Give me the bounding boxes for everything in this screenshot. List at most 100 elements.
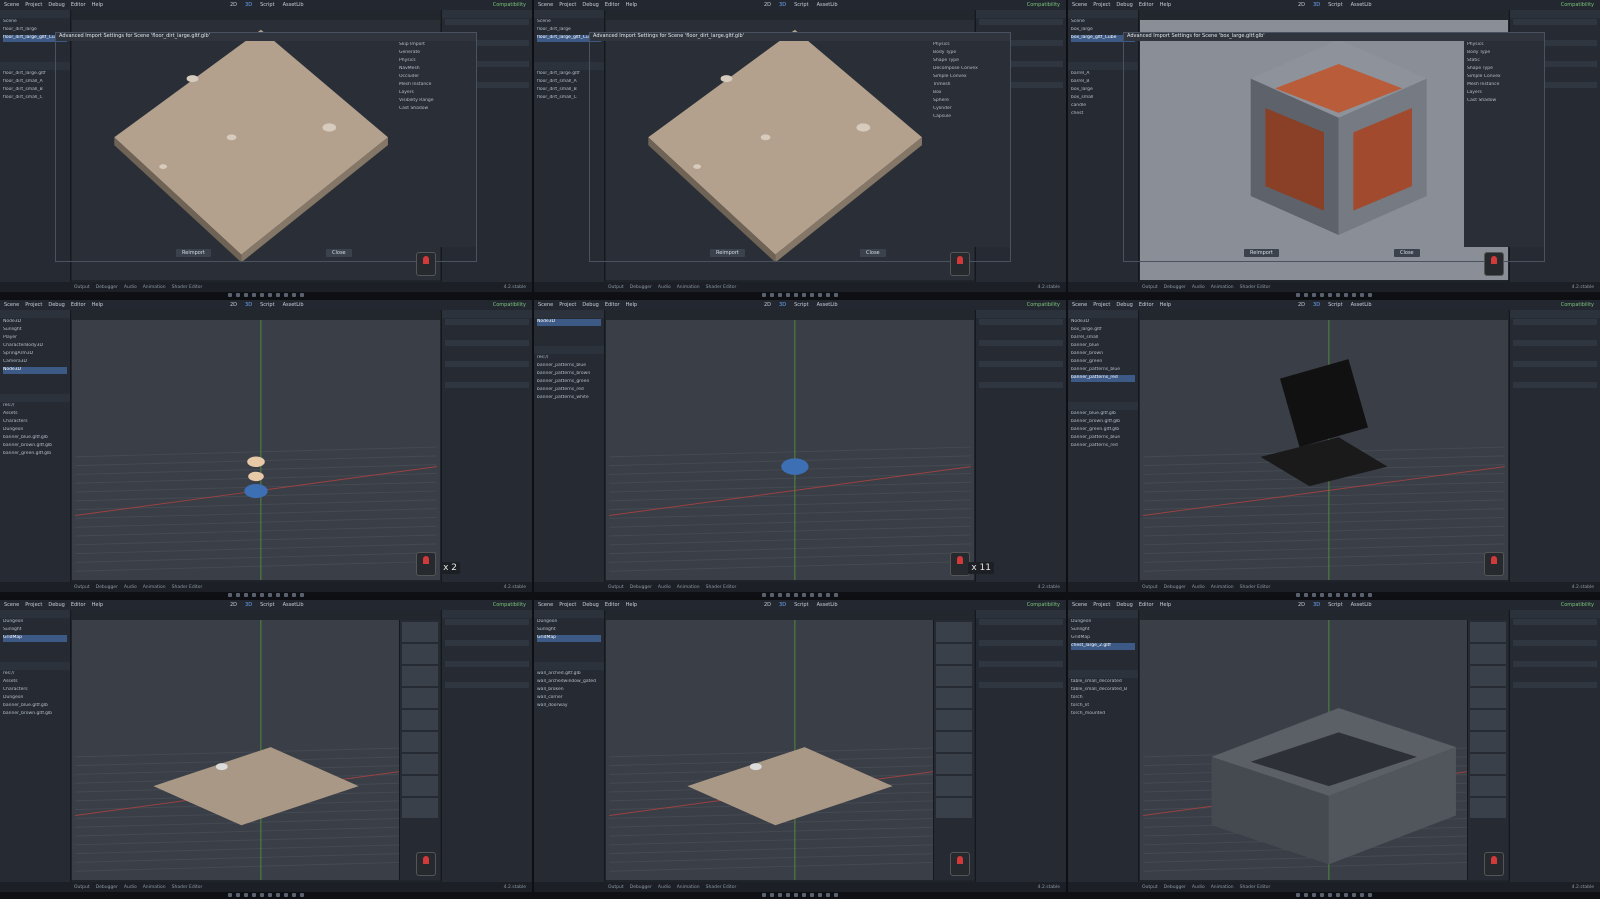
bottom-tab[interactable]: Output [1142,885,1158,890]
renderer-label[interactable]: Compatibility [1561,302,1594,308]
inspector-row[interactable] [1513,668,1597,674]
mode-script[interactable]: Script [794,2,809,8]
menu-item-scene[interactable]: Scene [4,302,19,308]
taskbar-icon[interactable] [300,293,304,297]
taskbar-icon[interactable] [810,593,814,597]
bottom-tab[interactable]: Debugger [96,585,118,590]
bottom-tab[interactable]: Animation [1211,285,1234,290]
bottom-tab[interactable]: Debugger [630,585,652,590]
taskbar-icon[interactable] [810,893,814,897]
bottom-tab[interactable]: Shader Editor [706,585,737,590]
palette-item[interactable] [936,710,972,730]
import-prop[interactable]: Skip Import [399,42,473,49]
file-item[interactable]: Dungeon [3,427,67,434]
bottom-tab[interactable]: Debugger [630,885,652,890]
bottom-tab[interactable]: Audio [658,585,671,590]
inspector-row[interactable] [1513,361,1597,367]
file-item[interactable]: wall_broken [537,687,601,694]
bottom-tab[interactable]: Animation [143,285,166,290]
scene-tree-item[interactable]: Camera3D [3,359,67,366]
menu-item-project[interactable]: Project [1093,602,1110,608]
mode-assetlib[interactable]: AssetLib [283,2,304,8]
taskbar-icon[interactable] [1304,893,1308,897]
viewport-3d[interactable] [1140,320,1508,580]
palette-item[interactable] [1470,754,1506,774]
palette-item[interactable] [936,732,972,752]
import-prop[interactable]: Layers [1467,90,1541,97]
palette-item[interactable] [1470,622,1506,642]
import-prop[interactable]: Mesh Instance [399,82,473,89]
file-item[interactable]: wall_corner [537,695,601,702]
file-item[interactable]: banner_brown.gltf.glb [1071,419,1135,426]
menu-item-editor[interactable]: Editor [605,2,620,8]
taskbar-icon[interactable] [276,893,280,897]
palette-item[interactable] [1470,666,1506,686]
taskbar-icon[interactable] [1296,593,1300,597]
inspector-row[interactable] [445,340,529,346]
bottom-tab[interactable]: Animation [143,885,166,890]
inspector-row[interactable] [1513,626,1597,632]
import-prop[interactable]: Physics [1467,42,1541,49]
taskbar-icon[interactable] [1336,893,1340,897]
menu-item-editor[interactable]: Editor [71,302,86,308]
taskbar-icon[interactable] [260,893,264,897]
file-item[interactable]: banner_patterns_white [537,395,601,402]
taskbar-icon[interactable] [228,293,232,297]
taskbar-icon[interactable] [786,593,790,597]
taskbar-icon[interactable] [292,593,296,597]
scene-tree-item[interactable]: Sunlight [3,327,67,334]
scene-tree-item[interactable]: GridMap [1071,635,1135,642]
taskbar-icon[interactable] [1328,293,1332,297]
menu-item-editor[interactable]: Editor [605,602,620,608]
mode-2d[interactable]: 2D [230,302,237,308]
taskbar-icon[interactable] [818,893,822,897]
palette-item[interactable] [936,622,972,642]
palette-item[interactable] [402,732,438,752]
taskbar-icon[interactable] [802,593,806,597]
taskbar-icon[interactable] [300,893,304,897]
inspector-row[interactable] [445,619,529,625]
inspector-row[interactable] [979,361,1063,367]
scene-tree-item[interactable]: Scene [3,19,67,26]
bottom-tab[interactable]: Output [74,585,90,590]
scene-tree-item[interactable]: banner_blue [1071,343,1135,350]
menu-item-project[interactable]: Project [25,602,42,608]
inspector-row[interactable] [445,333,529,339]
menu-item-editor[interactable]: Editor [605,302,620,308]
palette-item[interactable] [402,776,438,796]
inspector-row[interactable] [445,347,529,353]
renderer-label[interactable]: Compatibility [1561,2,1594,8]
inspector-row[interactable] [445,661,529,667]
file-item[interactable]: banner_green.gltf.glb [3,451,67,458]
palette-item[interactable] [936,798,972,818]
inspector-row[interactable] [1513,661,1597,667]
scene-tree-item[interactable]: Dungeon [3,619,67,626]
palette-item[interactable] [402,710,438,730]
scene-tree-item[interactable]: Player [3,335,67,342]
menu-item-help[interactable]: Help [626,302,637,308]
inspector-row[interactable] [979,640,1063,646]
bottom-tab[interactable]: Audio [1192,885,1205,890]
taskbar-icon[interactable] [794,893,798,897]
mode-assetlib[interactable]: AssetLib [1351,302,1372,308]
taskbar-icon[interactable] [1352,593,1356,597]
mode-script[interactable]: Script [260,2,275,8]
taskbar-icon[interactable] [228,593,232,597]
scene-tree-item[interactable]: banner_patterns_red [1071,375,1135,382]
scene-tree-item[interactable]: banner_brown [1071,351,1135,358]
menu-item-editor[interactable]: Editor [1139,602,1154,608]
menu-item-help[interactable]: Help [1160,602,1171,608]
mode-3d[interactable]: 3D [779,602,786,608]
renderer-label[interactable]: Compatibility [493,2,526,8]
bottom-tab[interactable]: Shader Editor [1240,585,1271,590]
menu-item-debug[interactable]: Debug [582,302,598,308]
file-item[interactable]: banner_green.gltf.glb [1071,427,1135,434]
menu-item-project[interactable]: Project [1093,2,1110,8]
taskbar-icon[interactable] [284,593,288,597]
scene-tree-item[interactable]: GridMap [3,635,67,642]
file-item[interactable]: Characters [3,687,67,694]
file-item[interactable]: wall_arched.gltf.glb [537,671,601,678]
menu-item-debug[interactable]: Debug [1116,602,1132,608]
mode-2d[interactable]: 2D [230,2,237,8]
menu-item-scene[interactable]: Scene [538,2,553,8]
